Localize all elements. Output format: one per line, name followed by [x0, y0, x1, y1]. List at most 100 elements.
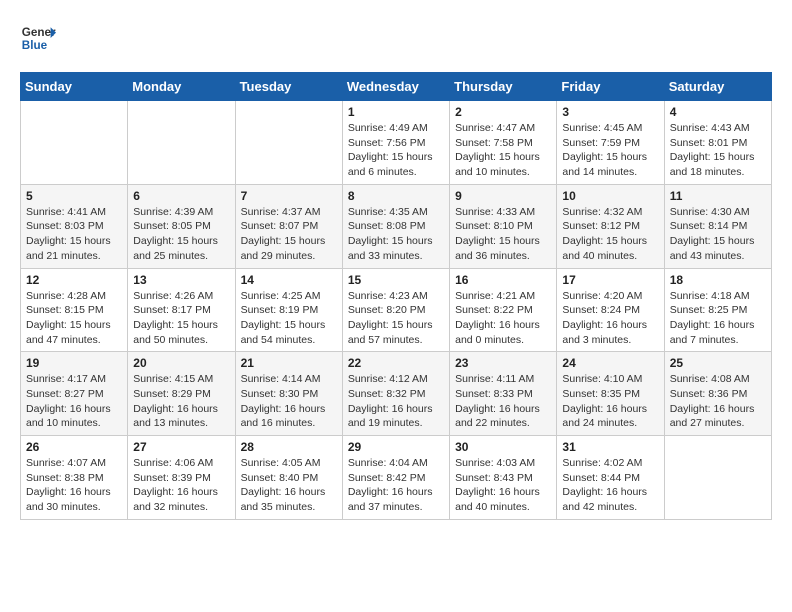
day-number: 16 [455, 273, 551, 287]
calendar-cell: 6 Sunrise: 4:39 AM Sunset: 8:05 PM Daylig… [128, 184, 235, 268]
day-of-week-header: Monday [128, 73, 235, 101]
day-info: Sunrise: 4:05 AM Sunset: 8:40 PM Dayligh… [241, 456, 337, 515]
day-of-week-header: Tuesday [235, 73, 342, 101]
day-number: 5 [26, 189, 122, 203]
day-info: Sunrise: 4:08 AM Sunset: 8:36 PM Dayligh… [670, 372, 766, 431]
day-info: Sunrise: 4:10 AM Sunset: 8:35 PM Dayligh… [562, 372, 658, 431]
day-info: Sunrise: 4:43 AM Sunset: 8:01 PM Dayligh… [670, 121, 766, 180]
day-number: 27 [133, 440, 229, 454]
day-number: 23 [455, 356, 551, 370]
calendar-cell: 3Sunrise: 4:45 AM Sunset: 7:59 PM Daylig… [557, 101, 664, 185]
day-info: Sunrise: 4:39 AM Sunset: 8:05 PM Dayligh… [133, 205, 229, 264]
day-info: Sunrise: 4:35 AM Sunset: 8:08 PM Dayligh… [348, 205, 444, 264]
day-of-week-header: Wednesday [342, 73, 449, 101]
day-number: 29 [348, 440, 444, 454]
calendar-cell: 21 Sunrise: 4:14 AM Sunset: 8:30 PM Dayli… [235, 352, 342, 436]
page-header: General Blue [20, 20, 772, 56]
calendar-cell: 18Sunrise: 4:18 AM Sunset: 8:25 PM Dayli… [664, 268, 771, 352]
calendar-cell: 13Sunrise: 4:26 AM Sunset: 8:17 PM Dayli… [128, 268, 235, 352]
calendar-week-row: 5 Sunrise: 4:41 AM Sunset: 8:03 PM Daylig… [21, 184, 772, 268]
day-info: Sunrise: 4:32 AM Sunset: 8:12 PM Dayligh… [562, 205, 658, 264]
day-info: Sunrise: 4:11 AM Sunset: 8:33 PM Dayligh… [455, 372, 551, 431]
calendar-cell: 12 Sunrise: 4:28 AM Sunset: 8:15 PM Dayli… [21, 268, 128, 352]
calendar-cell [235, 101, 342, 185]
calendar-cell: 15Sunrise: 4:23 AM Sunset: 8:20 PM Dayli… [342, 268, 449, 352]
day-info: Sunrise: 4:37 AM Sunset: 8:07 PM Dayligh… [241, 205, 337, 264]
day-number: 31 [562, 440, 658, 454]
calendar-cell: 22Sunrise: 4:12 AM Sunset: 8:32 PM Dayli… [342, 352, 449, 436]
calendar-cell: 27 Sunrise: 4:06 AM Sunset: 8:39 PM Dayli… [128, 436, 235, 520]
calendar-cell: 4 Sunrise: 4:43 AM Sunset: 8:01 PM Daylig… [664, 101, 771, 185]
day-number: 26 [26, 440, 122, 454]
day-info: Sunrise: 4:20 AM Sunset: 8:24 PM Dayligh… [562, 289, 658, 348]
day-info: Sunrise: 4:25 AM Sunset: 8:19 PM Dayligh… [241, 289, 337, 348]
day-of-week-header: Saturday [664, 73, 771, 101]
calendar-cell: 8Sunrise: 4:35 AM Sunset: 8:08 PM Daylig… [342, 184, 449, 268]
day-info: Sunrise: 4:47 AM Sunset: 7:58 PM Dayligh… [455, 121, 551, 180]
calendar-cell: 23 Sunrise: 4:11 AM Sunset: 8:33 PM Dayli… [450, 352, 557, 436]
logo-icon: General Blue [20, 20, 56, 56]
day-number: 11 [670, 189, 766, 203]
day-number: 28 [241, 440, 337, 454]
day-number: 19 [26, 356, 122, 370]
day-info: Sunrise: 4:03 AM Sunset: 8:43 PM Dayligh… [455, 456, 551, 515]
day-info: Sunrise: 4:04 AM Sunset: 8:42 PM Dayligh… [348, 456, 444, 515]
calendar-cell: 29 Sunrise: 4:04 AM Sunset: 8:42 PM Dayli… [342, 436, 449, 520]
day-number: 25 [670, 356, 766, 370]
calendar-cell [128, 101, 235, 185]
day-number: 2 [455, 105, 551, 119]
day-number: 17 [562, 273, 658, 287]
calendar-cell: 24Sunrise: 4:10 AM Sunset: 8:35 PM Dayli… [557, 352, 664, 436]
day-info: Sunrise: 4:07 AM Sunset: 8:38 PM Dayligh… [26, 456, 122, 515]
calendar-cell: 7 Sunrise: 4:37 AM Sunset: 8:07 PM Daylig… [235, 184, 342, 268]
day-of-week-header: Friday [557, 73, 664, 101]
calendar-table: SundayMondayTuesdayWednesdayThursdayFrid… [20, 72, 772, 520]
day-info: Sunrise: 4:28 AM Sunset: 8:15 PM Dayligh… [26, 289, 122, 348]
day-info: Sunrise: 4:30 AM Sunset: 8:14 PM Dayligh… [670, 205, 766, 264]
day-info: Sunrise: 4:45 AM Sunset: 7:59 PM Dayligh… [562, 121, 658, 180]
calendar-cell: 19Sunrise: 4:17 AM Sunset: 8:27 PM Dayli… [21, 352, 128, 436]
calendar-week-row: 26 Sunrise: 4:07 AM Sunset: 8:38 PM Dayli… [21, 436, 772, 520]
calendar-cell: 10Sunrise: 4:32 AM Sunset: 8:12 PM Dayli… [557, 184, 664, 268]
day-number: 20 [133, 356, 229, 370]
calendar-week-row: 12 Sunrise: 4:28 AM Sunset: 8:15 PM Dayli… [21, 268, 772, 352]
calendar-cell: 28 Sunrise: 4:05 AM Sunset: 8:40 PM Dayli… [235, 436, 342, 520]
day-number: 30 [455, 440, 551, 454]
day-number: 9 [455, 189, 551, 203]
calendar-cell: 11 Sunrise: 4:30 AM Sunset: 8:14 PM Dayli… [664, 184, 771, 268]
day-number: 18 [670, 273, 766, 287]
day-info: Sunrise: 4:49 AM Sunset: 7:56 PM Dayligh… [348, 121, 444, 180]
calendar-cell: 30 Sunrise: 4:03 AM Sunset: 8:43 PM Dayli… [450, 436, 557, 520]
day-number: 15 [348, 273, 444, 287]
svg-text:Blue: Blue [22, 39, 48, 52]
day-info: Sunrise: 4:14 AM Sunset: 8:30 PM Dayligh… [241, 372, 337, 431]
calendar-week-row: 1 Sunrise: 4:49 AM Sunset: 7:56 PM Daylig… [21, 101, 772, 185]
day-info: Sunrise: 4:02 AM Sunset: 8:44 PM Dayligh… [562, 456, 658, 515]
calendar-cell: 31 Sunrise: 4:02 AM Sunset: 8:44 PM Dayli… [557, 436, 664, 520]
calendar-cell: 9 Sunrise: 4:33 AM Sunset: 8:10 PM Daylig… [450, 184, 557, 268]
day-number: 22 [348, 356, 444, 370]
day-info: Sunrise: 4:06 AM Sunset: 8:39 PM Dayligh… [133, 456, 229, 515]
calendar-cell: 1 Sunrise: 4:49 AM Sunset: 7:56 PM Daylig… [342, 101, 449, 185]
calendar-cell: 5 Sunrise: 4:41 AM Sunset: 8:03 PM Daylig… [21, 184, 128, 268]
day-number: 7 [241, 189, 337, 203]
day-number: 6 [133, 189, 229, 203]
day-number: 1 [348, 105, 444, 119]
day-number: 4 [670, 105, 766, 119]
day-number: 21 [241, 356, 337, 370]
day-number: 14 [241, 273, 337, 287]
calendar-cell [664, 436, 771, 520]
day-info: Sunrise: 4:21 AM Sunset: 8:22 PM Dayligh… [455, 289, 551, 348]
logo: General Blue [20, 20, 56, 56]
calendar-cell: 2 Sunrise: 4:47 AM Sunset: 7:58 PM Daylig… [450, 101, 557, 185]
day-info: Sunrise: 4:26 AM Sunset: 8:17 PM Dayligh… [133, 289, 229, 348]
day-number: 12 [26, 273, 122, 287]
day-info: Sunrise: 4:33 AM Sunset: 8:10 PM Dayligh… [455, 205, 551, 264]
calendar-cell: 20Sunrise: 4:15 AM Sunset: 8:29 PM Dayli… [128, 352, 235, 436]
calendar-cell: 26 Sunrise: 4:07 AM Sunset: 8:38 PM Dayli… [21, 436, 128, 520]
day-of-week-header: Sunday [21, 73, 128, 101]
calendar-cell: 17 Sunrise: 4:20 AM Sunset: 8:24 PM Dayli… [557, 268, 664, 352]
calendar-header-row: SundayMondayTuesdayWednesdayThursdayFrid… [21, 73, 772, 101]
day-info: Sunrise: 4:41 AM Sunset: 8:03 PM Dayligh… [26, 205, 122, 264]
calendar-week-row: 19Sunrise: 4:17 AM Sunset: 8:27 PM Dayli… [21, 352, 772, 436]
